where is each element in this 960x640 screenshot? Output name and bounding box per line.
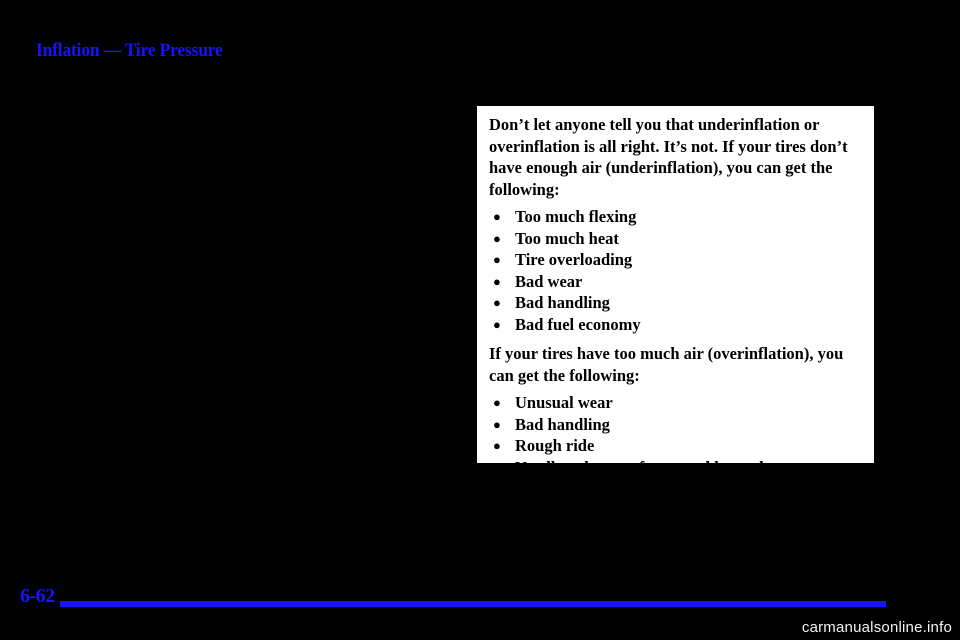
list-item-label: Tire overloading — [515, 250, 633, 269]
list-item-label: Rough ride — [515, 436, 595, 455]
callout-second-paragraph: If your tires have too much air (overinf… — [489, 344, 844, 385]
bullet-icon: ● — [493, 230, 501, 246]
list-item-label: Too much heat — [515, 228, 619, 248]
list-item-label: Bad handling — [515, 414, 610, 434]
list-item: ● Unusual wear — [489, 392, 862, 414]
bullet-icon: ● — [493, 395, 501, 410]
bullet-icon: ● — [493, 438, 501, 453]
bullet-icon: ● — [493, 459, 501, 475]
list-item: ● Needless damage from road hazards — [489, 457, 862, 479]
list-item-label: Bad fuel economy — [515, 314, 641, 334]
list-item-label: Too much flexing — [515, 207, 637, 226]
overinflation-bullet-list: ● Unusual wear ● Bad handling ● Rough ri… — [489, 392, 862, 478]
watermark-text: carmanualsonline.info — [801, 619, 952, 636]
page-title: Inflation — Tire Pressure — [36, 40, 223, 61]
list-item-label: Bad handling — [515, 293, 610, 312]
list-item: ● Too much flexing — [489, 206, 862, 228]
bullet-icon: ● — [493, 209, 501, 224]
bullet-icon: ● — [493, 295, 501, 310]
list-item-label: Bad wear — [515, 271, 583, 291]
list-item-label: Needless damage from road hazards — [515, 457, 771, 477]
list-item: ● Bad fuel economy — [489, 314, 862, 336]
document-page: Inflation — Tire Pressure Don’t let anyo… — [0, 0, 960, 640]
warning-callout-box: Don’t let anyone tell you that underinfl… — [470, 106, 874, 477]
list-item-label: Unusual wear — [515, 393, 613, 412]
list-item: ● Rough ride — [489, 435, 862, 457]
page-number: 6-62 — [20, 585, 55, 607]
list-item: ● Bad wear — [489, 271, 862, 293]
callout-intro-paragraph: Don’t let anyone tell you that underinfl… — [489, 115, 848, 199]
callout-content: Don’t let anyone tell you that underinfl… — [477, 106, 874, 484]
list-item: ● Too much heat — [489, 228, 862, 250]
list-item: ● Bad handling — [489, 292, 862, 314]
bullet-icon: ● — [493, 273, 501, 289]
bullet-icon: ● — [493, 252, 501, 267]
list-item: ● Tire overloading — [489, 249, 862, 271]
underinflation-bullet-list: ● Too much flexing ● Too much heat ● Tir… — [489, 206, 862, 335]
list-item: ● Bad handling — [489, 414, 862, 436]
bullet-icon: ● — [493, 316, 501, 332]
footer-rule — [60, 601, 886, 607]
bullet-icon: ● — [493, 416, 501, 432]
